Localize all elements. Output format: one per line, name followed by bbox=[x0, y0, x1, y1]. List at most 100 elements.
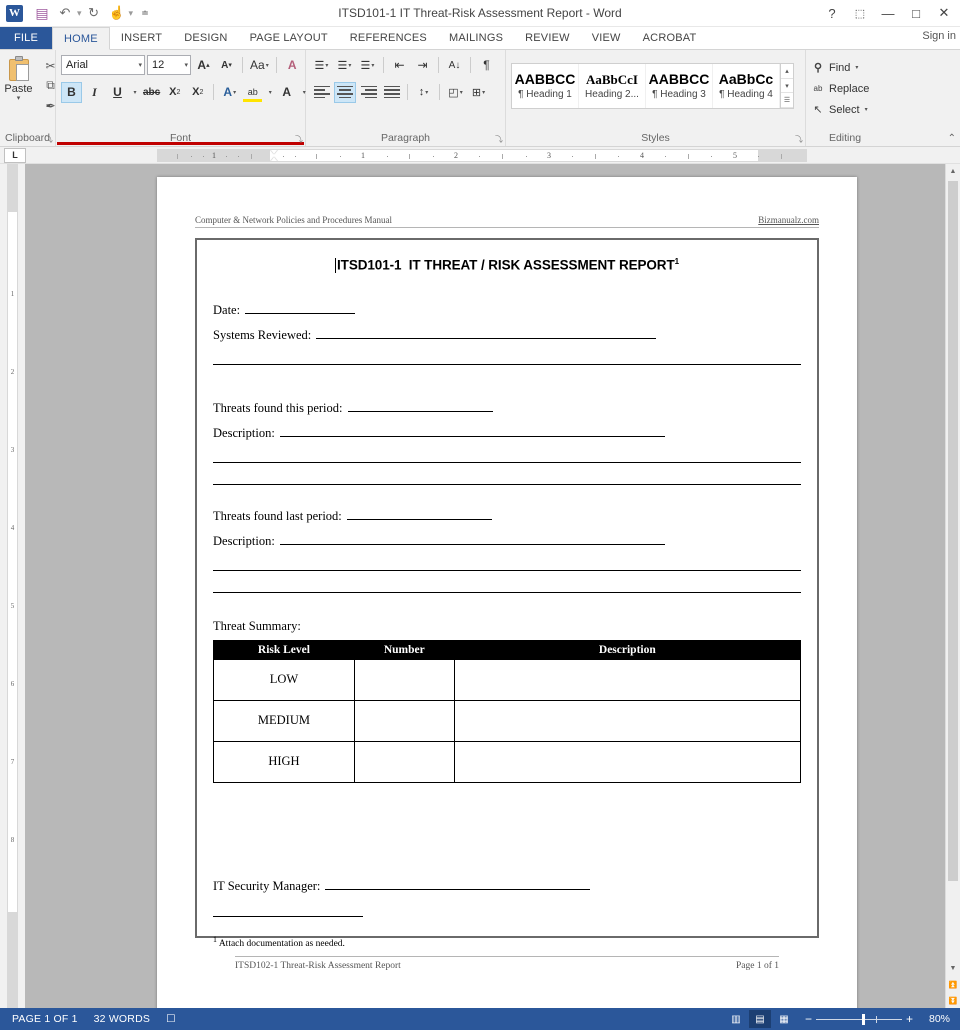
vertical-scrollbar[interactable]: ▲ ▼ ⏫ ⏬ bbox=[945, 164, 960, 1008]
styles-gallery[interactable]: AABBCC ¶ Heading 1 AaBbCcI Heading 2... … bbox=[511, 63, 794, 109]
field-blank-line[interactable] bbox=[347, 399, 493, 412]
show-formatting-marks-icon[interactable]: ¶ bbox=[476, 55, 497, 76]
word-count[interactable]: 32 WORDS bbox=[86, 1013, 158, 1025]
word-app-icon[interactable]: W bbox=[6, 4, 23, 22]
field-blank-line[interactable] bbox=[279, 424, 665, 437]
tab-home[interactable]: HOME bbox=[52, 27, 110, 50]
styles-scroll-up-icon[interactable]: ▴ bbox=[781, 64, 793, 79]
threat-summary-table[interactable]: Risk Level Number Description LOW MEDIUM… bbox=[213, 639, 802, 783]
field-blank-line[interactable] bbox=[279, 532, 665, 545]
cell-number[interactable] bbox=[353, 740, 455, 783]
zoom-out-icon[interactable]: − bbox=[801, 1012, 816, 1026]
field-date[interactable]: Date: bbox=[213, 301, 801, 318]
superscript-button[interactable]: X2 bbox=[187, 82, 208, 103]
page-indicator[interactable]: PAGE 1 OF 1 bbox=[4, 1013, 86, 1025]
style-heading-3[interactable]: AABBCC ¶ Heading 3 bbox=[646, 64, 713, 108]
vertical-ruler[interactable]: 1 2 3 4 5 6 7 8 bbox=[0, 164, 25, 1008]
strikethrough-button[interactable]: abc bbox=[141, 82, 162, 103]
help-icon[interactable]: ? bbox=[818, 1, 846, 25]
cell-risk-level[interactable]: LOW bbox=[213, 658, 355, 701]
grow-font-icon[interactable]: A ▴ bbox=[193, 55, 214, 76]
customize-qat-icon[interactable]: ≐ bbox=[134, 3, 156, 23]
find-caret-icon[interactable]: ▾ bbox=[855, 64, 858, 71]
minimize-icon[interactable]: — bbox=[874, 1, 902, 25]
cell-risk-level[interactable]: HIGH bbox=[213, 740, 355, 783]
multilevel-list-icon[interactable]: ☰ ▾ bbox=[357, 55, 378, 76]
style-heading-4[interactable]: AaBbCc ¶ Heading 4 bbox=[713, 64, 780, 108]
font-size-combobox[interactable]: 12 ▾ bbox=[147, 55, 191, 75]
first-line-indent-marker[interactable] bbox=[270, 150, 278, 154]
left-indent-marker[interactable] bbox=[270, 157, 278, 161]
justify-button[interactable] bbox=[381, 82, 402, 103]
cell-number[interactable] bbox=[353, 658, 455, 701]
table-row[interactable]: HIGH bbox=[213, 740, 802, 783]
field-blank-line[interactable] bbox=[245, 301, 356, 314]
field-blank-line[interactable] bbox=[316, 326, 657, 339]
align-right-button[interactable] bbox=[358, 82, 379, 103]
style-heading-2[interactable]: AaBbCcI Heading 2... bbox=[579, 64, 646, 108]
scroll-down-icon[interactable]: ▼ bbox=[946, 961, 960, 976]
styles-more-icon[interactable]: ☰ bbox=[781, 93, 793, 109]
print-layout-icon[interactable]: ▤ bbox=[748, 1010, 771, 1028]
paste-caret-icon[interactable]: ▾ bbox=[17, 95, 21, 102]
bold-button[interactable]: B bbox=[61, 81, 82, 103]
cell-number[interactable] bbox=[353, 699, 455, 742]
field-blank-line[interactable] bbox=[213, 461, 801, 463]
close-icon[interactable]: ✕ bbox=[930, 1, 958, 25]
increase-indent-icon[interactable]: ⇥ bbox=[412, 55, 433, 76]
tab-insert[interactable]: INSERT bbox=[110, 27, 173, 49]
numbering-icon[interactable]: ☰ ▾ bbox=[334, 55, 355, 76]
horizontal-ruler[interactable]: L 1 1 2 3 4 5 bbox=[0, 147, 960, 164]
underline-caret-icon[interactable]: ▾ bbox=[130, 82, 139, 103]
tab-mailings[interactable]: MAILINGS bbox=[438, 27, 514, 49]
field-blank-line[interactable] bbox=[346, 507, 492, 520]
font-size-caret-icon[interactable]: ▾ bbox=[184, 61, 188, 69]
zoom-in-icon[interactable]: + bbox=[902, 1012, 917, 1026]
decrease-indent-icon[interactable]: ⇤ bbox=[389, 55, 410, 76]
scrollbar-thumb[interactable] bbox=[948, 181, 958, 881]
styles-scroll-down-icon[interactable]: ▾ bbox=[781, 79, 793, 94]
bullets-icon[interactable]: ☰ ▾ bbox=[311, 55, 332, 76]
document-page[interactable]: Computer & Network Policies and Procedur… bbox=[157, 177, 857, 1008]
font-name-caret-icon[interactable]: ▾ bbox=[138, 61, 142, 69]
italic-button[interactable]: I bbox=[84, 82, 105, 103]
scroll-up-icon[interactable]: ▲ bbox=[946, 164, 960, 179]
table-row[interactable]: MEDIUM bbox=[213, 699, 802, 742]
find-button[interactable]: ⚲ Find ▾ bbox=[811, 57, 858, 78]
clipboard-dialog-launcher-icon[interactable]: ⤵ bbox=[45, 134, 53, 145]
field-description-last-period[interactable]: Description: bbox=[213, 532, 801, 549]
font-name-combobox[interactable]: Arial ▾ bbox=[61, 55, 145, 75]
sort-icon[interactable]: A↓ bbox=[444, 55, 465, 76]
touch-mode-caret-icon[interactable]: ▾ bbox=[129, 8, 134, 19]
subscript-button[interactable]: X2 bbox=[164, 82, 185, 103]
document-canvas[interactable]: Computer & Network Policies and Procedur… bbox=[25, 164, 945, 1008]
cell-description[interactable] bbox=[453, 740, 802, 783]
field-threats-this-period[interactable]: Threats found this period: bbox=[213, 399, 801, 416]
font-color-icon[interactable]: A bbox=[276, 82, 297, 103]
shading-icon[interactable]: ◰ ▾ bbox=[445, 82, 466, 103]
line-spacing-icon[interactable]: ↕ ▾ bbox=[413, 82, 434, 103]
text-effects-icon[interactable]: A ▾ bbox=[219, 82, 240, 103]
tab-view[interactable]: VIEW bbox=[581, 27, 632, 49]
undo-icon[interactable]: ↶ bbox=[54, 3, 76, 23]
field-description-this-period[interactable]: Description: bbox=[213, 424, 801, 441]
read-mode-icon[interactable]: ▥ bbox=[725, 1010, 747, 1028]
field-threats-last-period[interactable]: Threats found last period: bbox=[213, 507, 801, 524]
tab-stop-selector[interactable]: L bbox=[4, 147, 26, 163]
tab-review[interactable]: REVIEW bbox=[514, 27, 581, 49]
align-left-button[interactable] bbox=[311, 82, 332, 103]
paragraph-dialog-launcher-icon[interactable]: ⤵ bbox=[495, 134, 503, 145]
undo-caret-icon[interactable]: ▾ bbox=[77, 8, 82, 19]
previous-page-icon[interactable]: ⏫ bbox=[946, 977, 960, 992]
touch-mode-icon[interactable]: ☝ bbox=[106, 3, 128, 23]
clear-formatting-icon[interactable]: A bbox=[282, 55, 303, 76]
style-heading-1[interactable]: AABBCC ¶ Heading 1 bbox=[512, 64, 579, 108]
styles-dialog-launcher-icon[interactable]: ⤵ bbox=[795, 134, 803, 145]
save-icon[interactable]: ▤ bbox=[31, 3, 53, 23]
field-it-security-manager[interactable]: IT Security Manager: bbox=[213, 877, 801, 894]
tab-design[interactable]: DESIGN bbox=[173, 27, 238, 49]
zoom-thumb[interactable] bbox=[861, 1013, 865, 1025]
sign-in-link[interactable]: Sign in bbox=[922, 30, 956, 42]
collapse-ribbon-icon[interactable]: ⌃ bbox=[948, 133, 956, 144]
shrink-font-icon[interactable]: A ▾ bbox=[216, 55, 237, 76]
